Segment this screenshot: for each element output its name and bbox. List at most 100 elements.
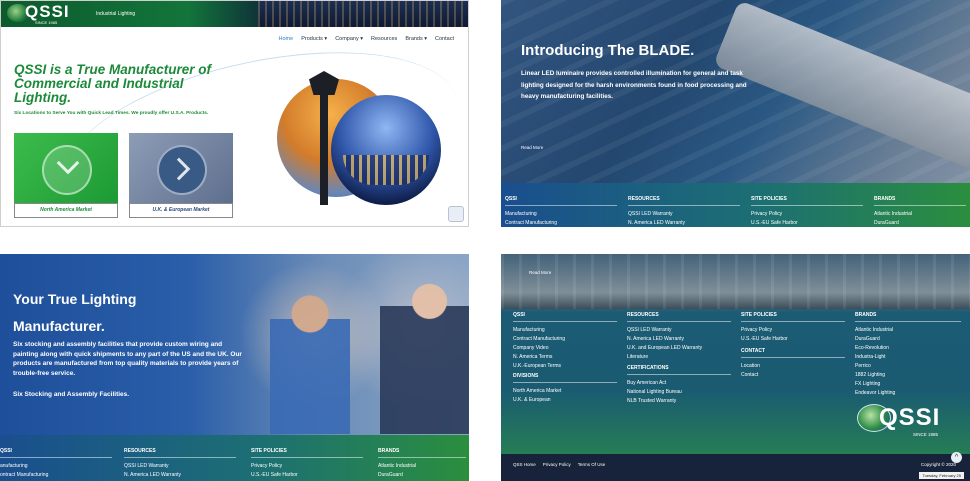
footer-link[interactable]: Contact <box>741 371 845 380</box>
chevron-circle <box>42 145 92 195</box>
qssi-footer-logo[interactable]: QSSI SINCE 1985 <box>857 402 947 438</box>
footer-link[interactable]: Contract Manufacturing <box>505 219 617 227</box>
footer-col-divisions: DIVISIONS North America Market U.K. & Eu… <box>513 373 617 405</box>
manufacturer-hero-panel: Your True Lighting Manufacturer. Six sto… <box>0 254 469 481</box>
bottom-link-terms[interactable]: Terms Of Use <box>578 462 606 467</box>
blade-title: Introducing The BLADE. <box>521 42 695 59</box>
footer-link[interactable]: U.S.-EU Safe Harbor <box>251 471 363 480</box>
footer-link[interactable]: Privacy Policy <box>741 326 845 335</box>
footer-link[interactable]: U.K. and European LED Warranty <box>627 344 731 353</box>
footer-link[interactable]: N. America Terms <box>513 353 617 362</box>
logo-text[interactable]: QSSI <box>25 2 70 22</box>
footer-logo-text: QSSI <box>879 404 941 431</box>
footer-heading: BRANDS <box>855 312 961 322</box>
bottom-links: QSS Home Privacy Policy Terms Of Use <box>513 462 605 467</box>
footer-heading: RESOURCES <box>627 312 731 322</box>
footer-link[interactable]: Perrico <box>855 362 961 371</box>
footer-heading: RESOURCES <box>628 196 740 206</box>
footer-link[interactable]: ontract Manufacturing <box>0 471 112 480</box>
logo-subtitle: Industrial Lighting <box>96 11 136 17</box>
footer-link[interactable]: N. America LED Warranty <box>627 335 731 344</box>
north-america-market-card[interactable]: North America Market <box>14 133 118 218</box>
footer-link[interactable]: QSSI LED Warranty <box>124 462 236 471</box>
footer-link[interactable]: 1882 Lighting <box>855 371 961 380</box>
nav-contact[interactable]: Contact <box>435 36 454 42</box>
north-america-card-label[interactable]: North America Market <box>14 203 118 218</box>
footer-link[interactable]: DuraGuard <box>855 335 961 344</box>
footer-link[interactable]: Location <box>741 362 845 371</box>
chevron-right-icon <box>167 157 191 181</box>
uk-european-market-card[interactable]: U.K. & European Market <box>129 133 233 218</box>
hero-title-line: Manufacturer. <box>13 318 105 334</box>
hero-subline: Six Locations to Serve You with Quick Le… <box>14 111 209 116</box>
footer-link[interactable]: U.K. & European <box>513 396 617 405</box>
footer-col-brands: BRANDS Atlantic Industrial DuraGuard Eco… <box>855 312 961 398</box>
footer-heading: RESOURCES <box>124 448 236 458</box>
footer-link[interactable]: North America Market <box>513 387 617 396</box>
nav-products[interactable]: Products ▾ <box>301 36 327 42</box>
copyright-text: Copyright © 2020 <box>920 462 956 467</box>
footer-link[interactable]: DuraGuard <box>378 471 466 480</box>
uk-card-image <box>129 133 233 203</box>
taskbar-date: Tuesday, February 25 <box>919 472 964 479</box>
footer-link[interactable]: Atlantic Industrial <box>378 462 466 471</box>
hero-image-city <box>331 95 441 205</box>
footer-heading: DIVISIONS <box>513 373 617 383</box>
footer-link[interactable]: Contract Manufacturing <box>513 335 617 344</box>
footer-link[interactable]: Eco-Revolution <box>855 344 961 353</box>
footer-link[interactable]: anufacturing <box>0 462 112 471</box>
footer-link[interactable]: U.S.-EU Safe Harbor <box>751 219 863 227</box>
header-bar: QSSI SINCE 1985 Industrial Lighting <box>1 1 468 27</box>
logo-since: SINCE 1985 <box>35 20 58 25</box>
footer-link[interactable]: NLB Trusted Warranty <box>627 397 731 406</box>
nav-company[interactable]: Company ▾ <box>335 36 363 42</box>
footer-link[interactable]: Privacy Policy <box>751 210 863 219</box>
city-header-image <box>258 1 468 27</box>
footer-col-certifications: CERTIFICATIONS Buy American Act National… <box>627 365 731 406</box>
footer-link[interactable]: QSSI LED Warranty <box>628 210 740 219</box>
footer-link[interactable]: N. America LED Warranty <box>628 219 740 227</box>
recaptcha-icon[interactable] <box>448 206 464 222</box>
engineer-image <box>270 274 350 434</box>
chevron-circle <box>157 145 207 195</box>
footer-link[interactable]: Manufacturing <box>505 210 617 219</box>
footer-col-policies: SITE POLICIES Privacy Policy U.S.-EU Saf… <box>751 196 863 227</box>
blade-promo-panel: Introducing The BLADE. Linear LED lumina… <box>501 0 970 227</box>
nav-resources[interactable]: Resources <box>371 36 397 42</box>
footer: QSSI Manufacturing Contract Manufacturin… <box>501 183 970 227</box>
footer-heading: SITE POLICIES <box>251 448 363 458</box>
footer-link[interactable]: Buy American Act <box>627 379 731 388</box>
footer-link[interactable]: Industra-Light <box>855 353 961 362</box>
footer-heading: SITE POLICIES <box>741 312 845 322</box>
footer-link[interactable]: Endeavor Lighting <box>855 389 961 398</box>
footer-link[interactable]: Privacy Policy <box>251 462 363 471</box>
footer-link[interactable]: Atlantic Industrial <box>855 326 961 335</box>
footer-link[interactable]: U.S.-EU Safe Harbor <box>741 335 845 344</box>
footer-link[interactable]: National Lighting Bureau <box>627 388 731 397</box>
footer-heading: CERTIFICATIONS <box>627 365 731 375</box>
read-more-link[interactable]: Read More <box>521 145 543 150</box>
uk-card-label[interactable]: U.K. & European Market <box>129 203 233 218</box>
bottom-link-privacy[interactable]: Privacy Policy <box>543 462 571 467</box>
footer-link[interactable]: DuraGuard <box>874 219 966 227</box>
nav-brands[interactable]: Brands ▾ <box>405 36 427 42</box>
footer-link[interactable]: FX Lighting <box>855 380 961 389</box>
footer-link[interactable]: U.K.-European Terms <box>513 362 617 371</box>
footer-link[interactable]: Literature <box>627 353 731 362</box>
footer-link[interactable]: QSSI LED Warranty <box>627 326 731 335</box>
main-nav: Home Products ▾ Company ▾ Resources Bran… <box>279 36 454 42</box>
read-more-link[interactable]: Read More <box>529 270 551 275</box>
hero-title-line: Your True Lighting <box>13 291 137 307</box>
bottom-link-home[interactable]: QSS Home <box>513 462 536 467</box>
footer-link[interactable]: Manufacturing <box>513 326 617 335</box>
scroll-to-top-icon[interactable]: ^ <box>951 452 962 463</box>
footer-link[interactable]: Company Video <box>513 344 617 353</box>
bottom-bar: QSS Home Privacy Policy Terms Of Use Cop… <box>501 454 970 481</box>
footer-link[interactable]: Atlantic Industrial <box>874 210 966 219</box>
footer-col-qssi: QSSI Manufacturing Contract Manufacturin… <box>513 312 617 371</box>
footer-link[interactable]: N. America LED Warranty <box>124 471 236 480</box>
hero-title: Your True Lighting Manufacturer. <box>13 286 213 340</box>
footer-heading: QSSI <box>513 312 617 322</box>
nav-home[interactable]: Home <box>279 36 294 42</box>
footer-heading: CONTACT <box>741 348 845 358</box>
